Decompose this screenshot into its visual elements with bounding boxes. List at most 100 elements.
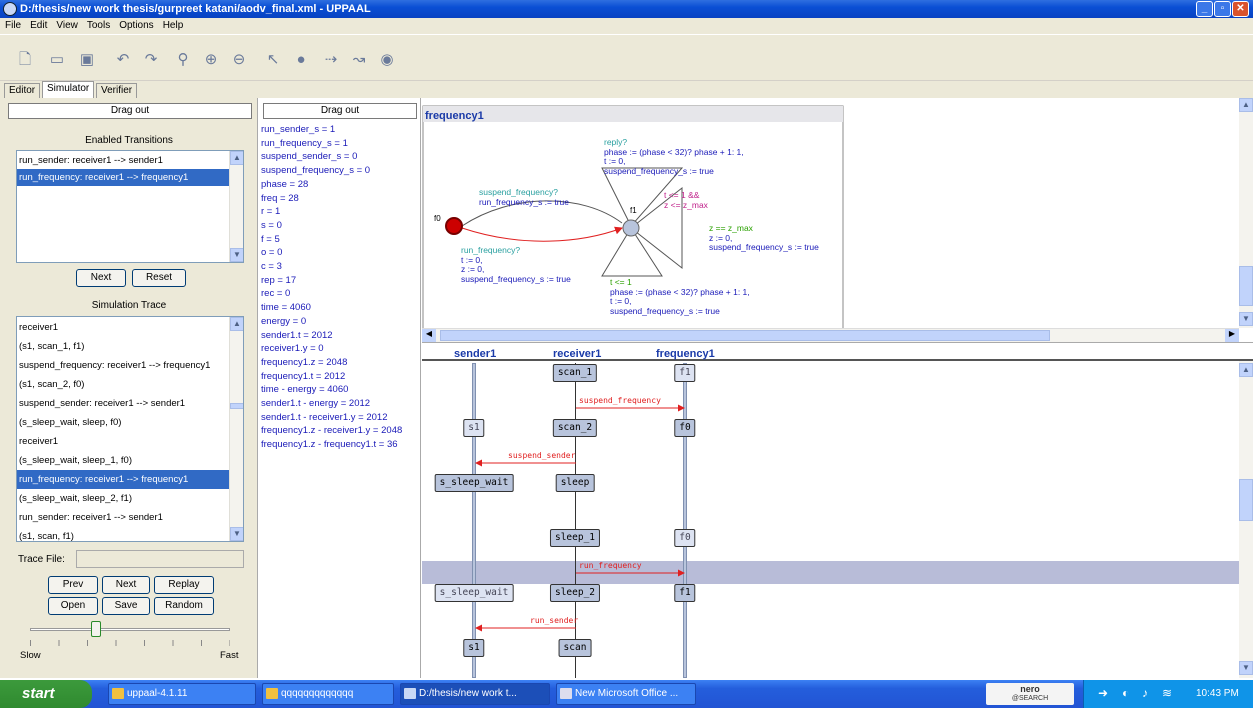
scroll-up-icon[interactable]: ▲ [1239, 98, 1253, 112]
new-file-icon[interactable]: 🗋 [14, 49, 36, 71]
tray-sound-icon[interactable]: ♪ [1142, 686, 1148, 700]
close-button[interactable]: ✕ [1232, 1, 1249, 17]
location-f1[interactable] [622, 219, 640, 237]
menu-file[interactable]: File [0, 18, 25, 31]
tray-wifi-icon[interactable]: ≋ [1162, 686, 1172, 700]
tab-editor[interactable]: Editor [4, 83, 41, 98]
variable-value: frequency1.z - frequency1.t = 36 [261, 439, 398, 451]
next-button[interactable]: Next [102, 576, 150, 594]
automaton-vscroll[interactable]: ▲ ▼ [1239, 98, 1253, 328]
add-location-icon[interactable]: ● [290, 49, 312, 71]
prev-button[interactable]: Prev [48, 576, 98, 594]
scroll-up-icon[interactable]: ▲ [1239, 363, 1253, 377]
menu-edit[interactable]: Edit [25, 18, 51, 31]
automaton-hscroll[interactable]: ◀ ▶ [422, 328, 1239, 342]
zoom-fit-icon[interactable]: ⚲ [172, 49, 194, 71]
simulation-trace-heading: Simulation Trace [91, 300, 167, 311]
scroll-down-icon[interactable]: ▼ [1239, 661, 1253, 675]
tray-arrow-icon[interactable]: ➜ [1098, 686, 1108, 700]
trace-item[interactable]: suspend_sender: receiver1 --> sender1 [17, 394, 229, 413]
vscroll-thumb[interactable] [1239, 479, 1253, 521]
drag-out-button[interactable]: Drag out [8, 103, 252, 119]
undo-icon[interactable]: ↶ [112, 49, 134, 71]
scroll-left-icon[interactable]: ◀ [422, 329, 436, 342]
trace-item[interactable]: (s1, scan, f1) [17, 527, 229, 541]
enabled-transitions-list[interactable]: run_sender: receiver1 --> sender1 run_fre… [16, 150, 244, 263]
trace-item[interactable]: receiver1 [17, 432, 229, 451]
speed-slider-track[interactable] [30, 628, 230, 631]
speed-slider-thumb[interactable] [91, 621, 101, 637]
taskbar: start uppaal-4.1.11 qqqqqqqqqqqqq D:/the… [0, 680, 1253, 708]
task-office[interactable]: New Microsoft Office ... [556, 683, 696, 705]
variable-value: suspend_sender_s = 0 [261, 151, 358, 163]
trace-item[interactable]: run_frequency: receiver1 --> frequency1 [17, 470, 229, 489]
scroll-down-icon[interactable]: ▼ [1239, 312, 1253, 326]
folder-icon [112, 688, 124, 699]
nero-search-box[interactable]: nero @SEARCH [986, 683, 1074, 705]
select-tool-icon[interactable]: ↖ [262, 49, 284, 71]
task-uppaal-window[interactable]: D:/thesis/new work t... [400, 683, 550, 705]
save-button[interactable]: Save [102, 597, 150, 615]
variable-value: frequency1.z - receiver1.y = 2048 [261, 425, 403, 437]
trace-item[interactable]: (s1, scan_2, f0) [17, 375, 229, 394]
trace-item[interactable]: suspend_frequency: receiver1 --> frequen… [17, 356, 229, 375]
minimize-button[interactable]: _ [1196, 1, 1213, 17]
enabled-transition-item[interactable]: run_sender: receiver1 --> sender1 [17, 152, 229, 169]
suspend-frequency-label: suspend_frequency? run_frequency_s := tru… [479, 187, 570, 207]
hscroll-thumb[interactable] [440, 330, 1050, 341]
add-init-icon[interactable]: ◉ [376, 49, 398, 71]
variable-value: rep = 17 [261, 274, 297, 286]
zoom-in-icon[interactable]: ⊕ [200, 49, 222, 71]
reset-button[interactable]: Reset [132, 269, 186, 287]
trace-item[interactable]: (s_sleep_wait, sleep, f0) [17, 413, 229, 432]
random-button[interactable]: Random [154, 597, 214, 615]
scroll-up-icon[interactable]: ▲ [230, 151, 243, 165]
trace-item[interactable]: run_sender: receiver1 --> sender1 [17, 508, 229, 527]
redo-icon[interactable]: ↷ [140, 49, 162, 71]
vscroll-thumb[interactable] [1239, 266, 1253, 306]
trace-item[interactable]: receiver1 [17, 318, 229, 337]
open-folder-icon[interactable]: ▭ [46, 49, 68, 71]
maximize-button[interactable]: ▫ [1214, 1, 1231, 17]
trace-item[interactable]: (s_sleep_wait, sleep_1, f0) [17, 451, 229, 470]
enabled-transition-item[interactable]: run_frequency: receiver1 --> frequency1 [17, 169, 229, 186]
menu-tools[interactable]: Tools [82, 18, 114, 31]
scroll-down-icon[interactable]: ▼ [230, 248, 243, 262]
simulation-trace-list[interactable]: receiver1 (s1, scan_1, f1) suspend_frequen… [16, 316, 244, 542]
trace-item[interactable]: (s_sleep_wait, sleep_2, f1) [17, 489, 229, 508]
trace-item[interactable]: (s1, scan_1, f1) [17, 337, 229, 356]
variable-value: time - energy = 4060 [261, 384, 349, 396]
task-qqq-folder[interactable]: qqqqqqqqqqqqq [262, 683, 394, 705]
task-uppaal-folder[interactable]: uppaal-4.1.11 [108, 683, 256, 705]
scroll-right-icon[interactable]: ▶ [1225, 329, 1239, 342]
open-button[interactable]: Open [48, 597, 98, 615]
vars-drag-out-button[interactable]: Drag out [263, 103, 417, 119]
replay-button[interactable]: Replay [154, 576, 214, 594]
add-edge-icon[interactable]: ⇢ [320, 49, 342, 71]
save-icon[interactable]: ▣ [76, 49, 98, 71]
variable-value: time = 4060 [261, 302, 311, 314]
scroll-down-icon[interactable]: ▼ [230, 527, 243, 541]
variable-value: run_frequency_s = 1 [261, 137, 348, 149]
menu-help[interactable]: Help [158, 18, 188, 31]
scroll-up-icon[interactable]: ▲ [230, 317, 243, 331]
system-tray: ➜ ◐ ♪ ≋ 10:43 PM [1083, 680, 1253, 708]
zoom-out-icon[interactable]: ⊖ [228, 49, 250, 71]
location-f0[interactable] [445, 217, 463, 235]
run-frequency-label: run_frequency? t := 0, z := 0, suspend_freq… [461, 245, 571, 284]
msc-messages [475, 404, 685, 632]
tray-network-icon[interactable]: ◐ [1122, 686, 1129, 700]
tab-simulator[interactable]: Simulator [42, 81, 95, 98]
trace-file-field[interactable] [76, 550, 244, 568]
scroll-thumb[interactable] [230, 403, 243, 409]
start-button[interactable]: start [0, 680, 92, 708]
tab-verifier[interactable]: Verifier [96, 83, 138, 98]
msc-vscroll[interactable]: ▲ ▼ [1239, 361, 1253, 678]
variable-value: run_sender_s = 1 [261, 124, 336, 135]
slider-ticks [30, 640, 230, 646]
menu-view[interactable]: View [51, 18, 82, 31]
variable-value: sender1.t - energy = 2012 [261, 398, 371, 409]
menu-options[interactable]: Options [114, 18, 157, 31]
next-transition-button[interactable]: Next [76, 269, 126, 287]
add-nail-icon[interactable]: ↝ [348, 49, 370, 71]
